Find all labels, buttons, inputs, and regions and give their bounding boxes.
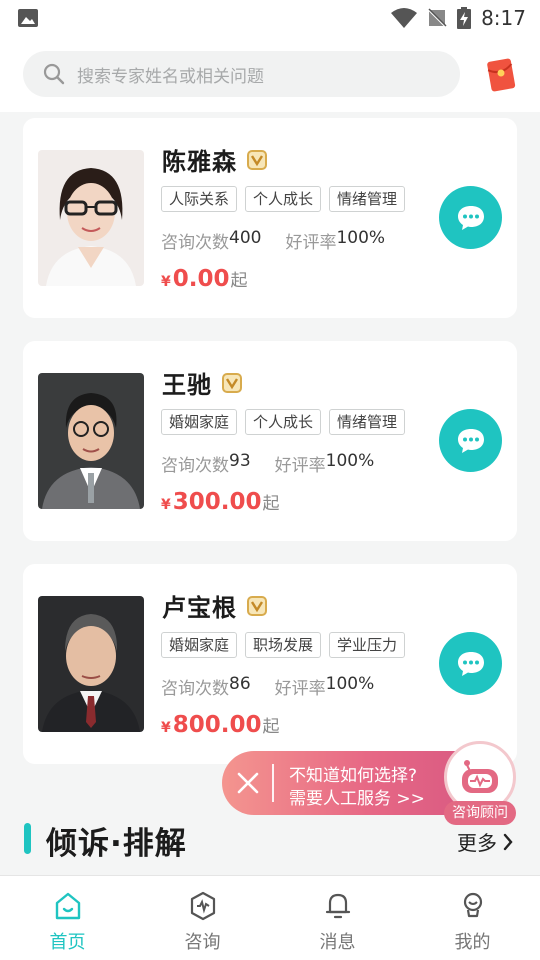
currency-symbol: ¥: [161, 274, 171, 290]
search-header: 搜索专家姓名或相关问题: [0, 36, 540, 112]
stats: 咨询次数 86 好评率 100%: [161, 674, 374, 699]
search-input[interactable]: 搜索专家姓名或相关问题: [23, 51, 460, 97]
verified-badge-icon: [222, 372, 242, 393]
tag: 人际关系: [161, 186, 238, 212]
rating-label: 好评率: [285, 233, 337, 253]
battery-charging-icon: [457, 7, 472, 29]
consult-count: 400: [229, 228, 262, 248]
consult-count: 93: [229, 451, 251, 471]
bell-icon: [325, 893, 350, 919]
tag: 学业压力: [329, 632, 406, 658]
expert-photo: [38, 596, 144, 732]
tag: 个人成长: [245, 186, 322, 212]
tab-label: 咨询: [184, 932, 221, 953]
expert-name: 卢宝根: [162, 594, 237, 622]
close-icon[interactable]: [236, 771, 260, 795]
tag-list: 婚姻家庭 个人成长 情绪管理: [161, 409, 406, 435]
tag-list: 人际关系 个人成长 情绪管理: [161, 186, 406, 212]
chat-button[interactable]: [439, 409, 502, 472]
stats: 咨询次数 400 好评率 100%: [161, 228, 385, 253]
rating-label: 好评率: [274, 456, 326, 476]
banner-divider: [272, 764, 274, 802]
more-label: 更多: [457, 831, 497, 855]
consult-label: 咨询次数: [161, 456, 229, 476]
currency-symbol: ¥: [161, 497, 171, 513]
bottom-tab-bar: 首页 咨询 消息 我的: [0, 875, 540, 960]
verified-badge-icon: [247, 149, 267, 170]
expert-photo: [38, 373, 144, 509]
no-signal-icon: [427, 8, 447, 28]
expert-name: 陈雅森: [162, 148, 237, 176]
consult-label: 咨询次数: [161, 233, 229, 253]
tag: 情绪管理: [329, 409, 406, 435]
consult-label: 咨询次数: [161, 679, 229, 699]
tab-profile[interactable]: 我的: [405, 876, 540, 960]
price: ¥ 800.00 起: [161, 712, 280, 738]
price-amount: 0.00: [172, 266, 230, 292]
banner-line2: 需要人工服务 >>: [289, 789, 425, 809]
expert-card[interactable]: 王驰 婚姻家庭 个人成长 情绪管理 咨询次数 93 好评率 100% ¥ 300…: [23, 341, 517, 541]
tag-list: 婚姻家庭 职场发展 学业压力: [161, 632, 406, 658]
tab-label: 首页: [49, 932, 86, 953]
chevron-right-icon: [503, 833, 513, 850]
consult-icon: [190, 891, 215, 921]
price-amount: 800.00: [172, 712, 262, 738]
price: ¥ 300.00 起: [161, 489, 280, 515]
tab-label: 消息: [319, 932, 356, 953]
section-title: 倾诉·排解: [46, 826, 187, 862]
expert-name: 王驰: [162, 371, 212, 399]
rating-value: 100%: [336, 228, 386, 248]
home-icon: [55, 892, 80, 920]
search-icon: [43, 63, 65, 85]
consult-count: 86: [229, 674, 251, 694]
currency-symbol: ¥: [161, 720, 171, 736]
price-suffix: 起: [262, 717, 280, 737]
tag: 婚姻家庭: [161, 409, 238, 435]
price: ¥ 0.00 起: [161, 266, 248, 292]
expert-photo: [38, 150, 144, 286]
tab-label: 我的: [454, 932, 491, 953]
tag: 情绪管理: [329, 186, 406, 212]
stats: 咨询次数 93 好评率 100%: [161, 451, 374, 476]
tag: 个人成长: [245, 409, 322, 435]
chat-button[interactable]: [439, 186, 502, 249]
tag: 婚姻家庭: [161, 632, 238, 658]
expert-card[interactable]: 陈雅森 人际关系 个人成长 情绪管理 咨询次数 400 好评率 100% ¥ 0…: [23, 118, 517, 318]
search-placeholder: 搜索专家姓名或相关问题: [77, 66, 264, 87]
chat-bubble-icon: [457, 651, 484, 676]
tab-messages[interactable]: 消息: [270, 876, 405, 960]
status-bar: 8:17: [0, 0, 540, 36]
more-link[interactable]: 更多: [457, 827, 513, 856]
chat-button[interactable]: [439, 632, 502, 695]
name-row: 王驰: [162, 365, 242, 400]
clock: 8:17: [481, 6, 526, 30]
robot-advisor-icon: [462, 760, 498, 793]
price-amount: 300.00: [172, 489, 262, 515]
name-row: 陈雅森: [162, 142, 267, 177]
expert-card[interactable]: 卢宝根 婚姻家庭 职场发展 学业压力 咨询次数 86 好评率 100% ¥ 80…: [23, 564, 517, 764]
advisor-label: 咨询顾问: [444, 801, 516, 825]
profile-icon: [463, 892, 482, 918]
tag: 职场发展: [245, 632, 322, 658]
rating-label: 好评率: [274, 679, 326, 699]
rating-value: 100%: [325, 674, 375, 694]
verified-badge-icon: [247, 595, 267, 616]
price-suffix: 起: [262, 494, 280, 514]
price-suffix: 起: [230, 271, 248, 291]
section-accent-bar: [24, 823, 31, 854]
tab-home[interactable]: 首页: [0, 876, 135, 960]
chat-bubble-icon: [457, 428, 484, 453]
tab-consult[interactable]: 咨询: [135, 876, 270, 960]
rating-value: 100%: [325, 451, 375, 471]
red-envelope-icon[interactable]: [485, 56, 517, 92]
name-row: 卢宝根: [162, 588, 267, 623]
image-icon: [18, 9, 38, 27]
chat-bubble-icon: [457, 205, 484, 230]
banner-line1: 不知道如何选择?: [289, 766, 418, 786]
wifi-icon: [391, 8, 418, 28]
